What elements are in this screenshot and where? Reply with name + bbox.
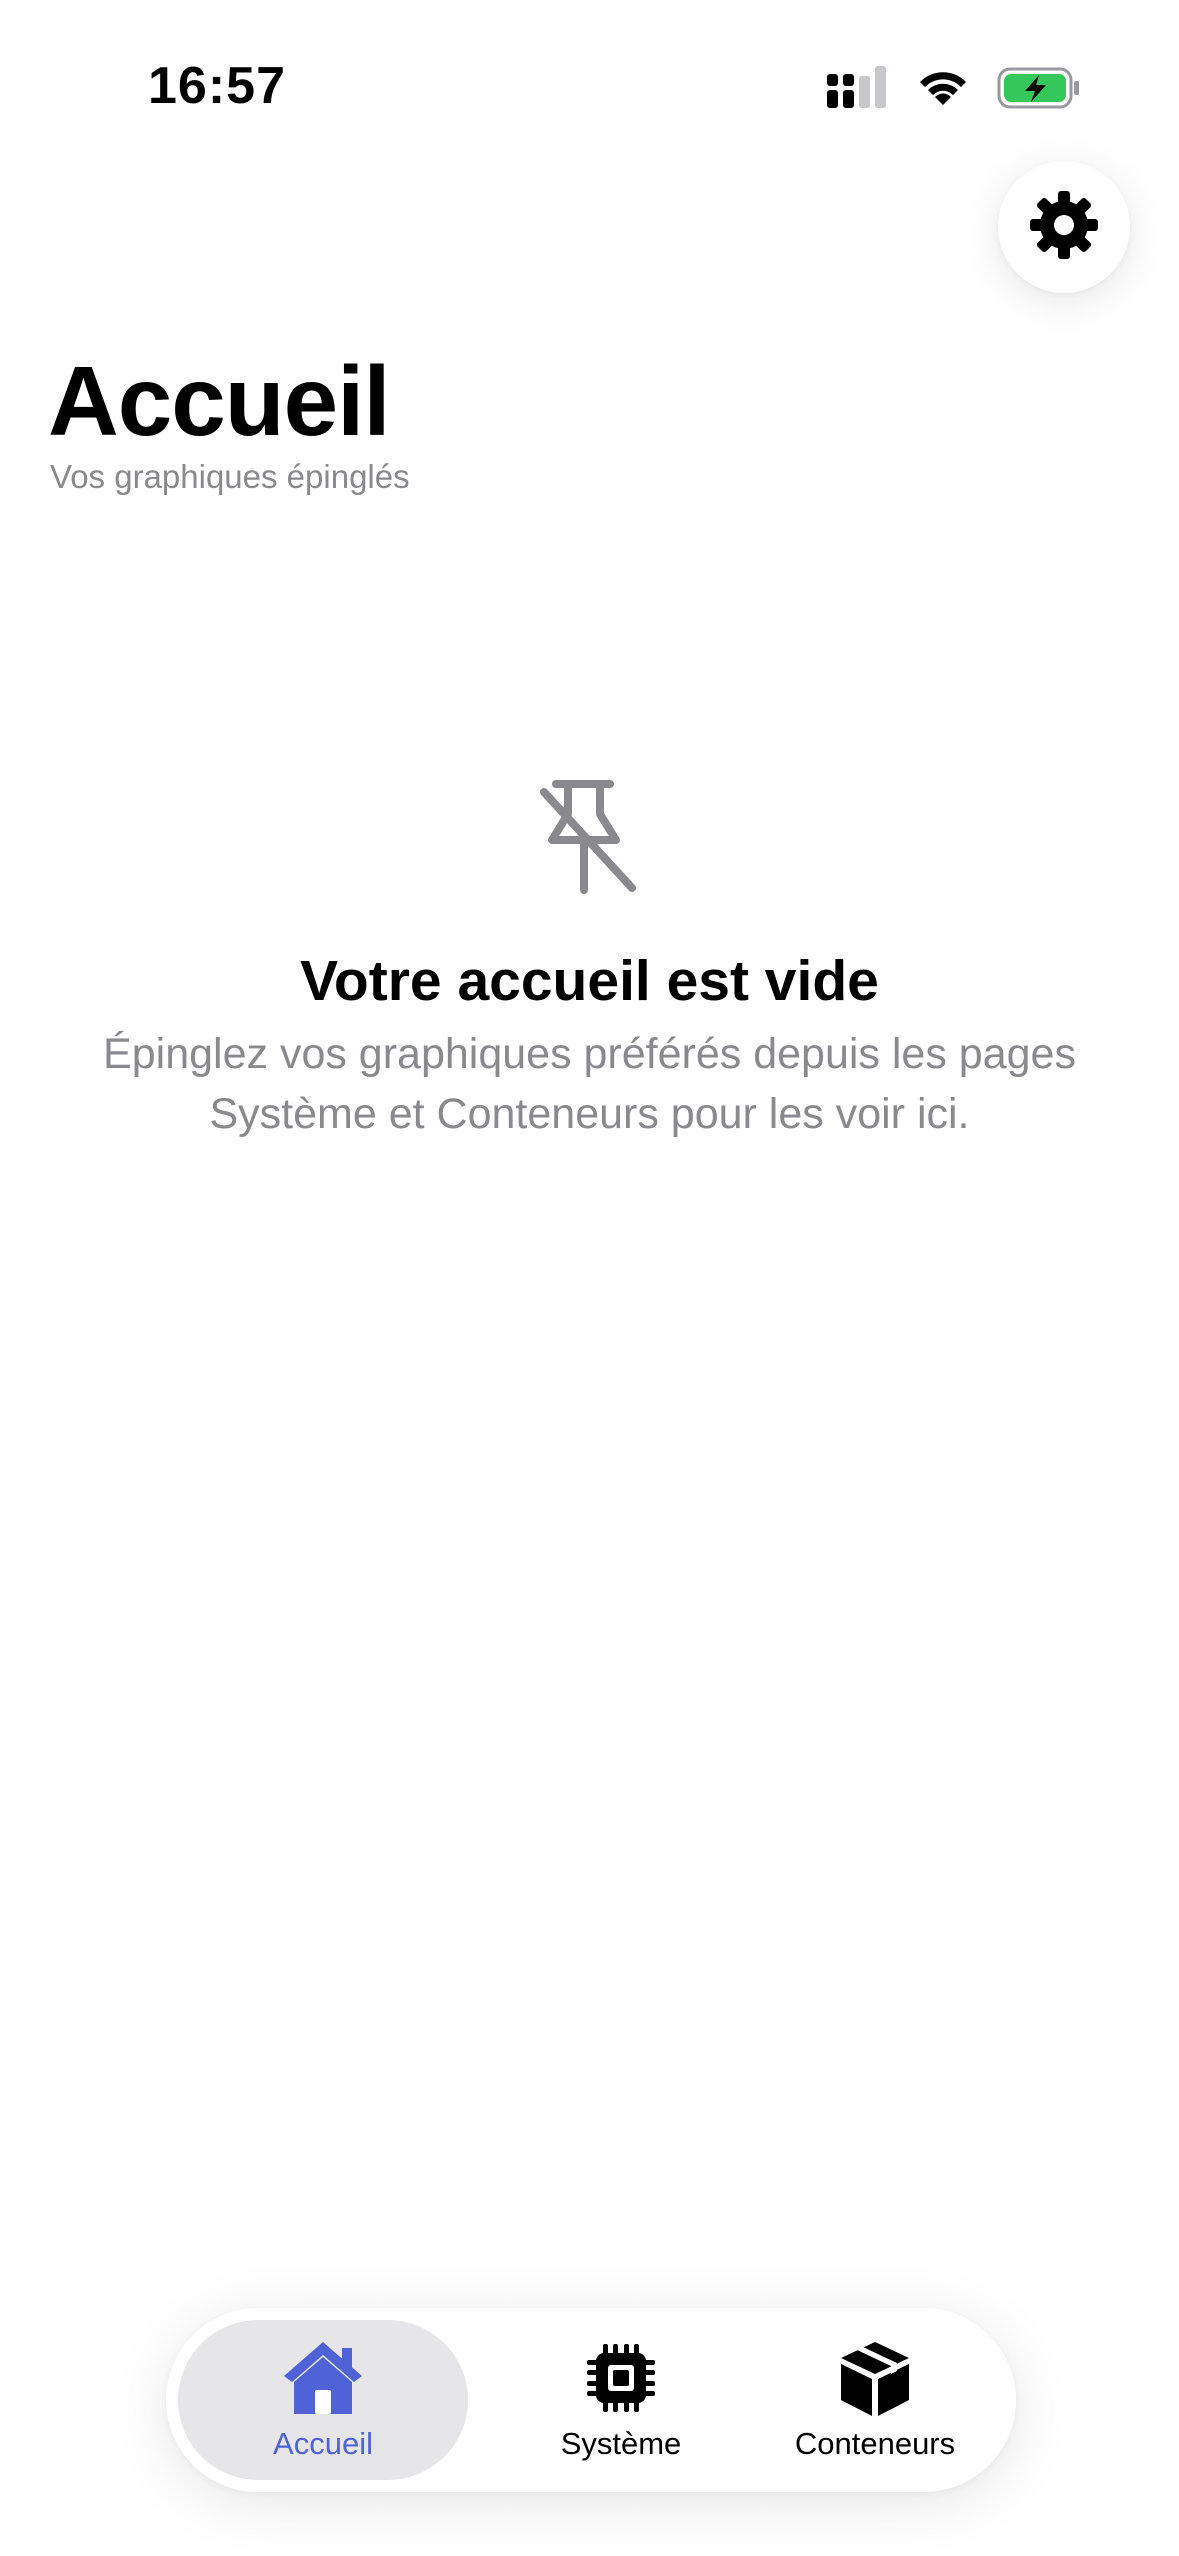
tab-label: Système [560,2426,682,2461]
gear-icon [1028,189,1100,266]
tab-label: Conteneurs [794,2426,956,2461]
empty-state-description: Épinglez vos graphiques préférés depuis … [103,1030,1076,1138]
cpu-icon [585,2338,657,2418]
settings-button[interactable] [998,161,1130,293]
tab-bar: Accueil Système Conteneurs [166,2308,1016,2492]
empty-state-title: Votre accueil est vide [300,949,879,1013]
tab-systeme[interactable]: Système [496,2320,746,2480]
status-icons [827,60,1081,116]
pin-slash-icon [538,778,638,898]
status-time: 16:57 [148,57,286,115]
page-title: Accueil [48,346,391,456]
home-screen: 16:57 Accueil Vos graphiques épinglés Vo… [0,0,1179,2556]
tab-label: Accueil [273,2426,373,2461]
battery-charging-icon [997,66,1081,110]
house-icon [280,2338,366,2418]
wifi-icon [915,67,971,109]
tab-accueil[interactable]: Accueil [178,2320,468,2480]
box-icon [837,2338,913,2418]
tab-conteneurs[interactable]: Conteneurs [746,2320,1004,2480]
page-subtitle: Vos graphiques épinglés [50,458,410,495]
cellular-signal-icon [827,66,889,110]
